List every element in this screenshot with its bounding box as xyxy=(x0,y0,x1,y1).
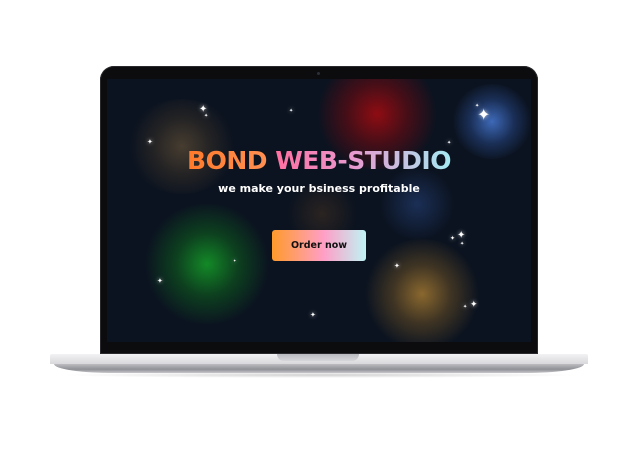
sparkle-star-icon: ✦ xyxy=(457,230,466,241)
sparkle-star-icon: ✦ xyxy=(157,277,163,285)
sparkle-star-icon: ✦ xyxy=(233,258,237,263)
sparkle-star-icon: ✦ xyxy=(310,311,316,319)
bokeh-light xyxy=(142,204,272,324)
sparkle-star-icon: ✦ xyxy=(460,241,465,247)
laptop-mockup: ✦ ✦ ✦ ✦ ✦ ✦ ✦ ✦ ✦ ✦ ✦ ✦ ✦ ✦ ✦ ✦ BOND WEB… xyxy=(0,0,621,471)
sparkle-star-icon: ✦ xyxy=(147,138,153,146)
sparkle-star-icon: ✦ xyxy=(477,105,491,124)
laptop-screen: ✦ ✦ ✦ ✦ ✦ ✦ ✦ ✦ ✦ ✦ ✦ ✦ ✦ ✦ ✦ ✦ BOND WEB… xyxy=(107,79,531,342)
lid-opening-notch xyxy=(277,354,359,361)
bokeh-light xyxy=(377,169,457,239)
sparkle-star-icon: ✦ xyxy=(289,108,294,114)
sparkle-star-icon: ✦ xyxy=(470,300,478,310)
tagline: we make your bsiness profitable xyxy=(218,182,420,195)
sparkle-star-icon: ✦ xyxy=(204,113,209,119)
sparkle-star-icon: ✦ xyxy=(450,235,456,242)
page-title: BOND WEB-STUDIO xyxy=(107,146,531,175)
sparkle-star-icon: ✦ xyxy=(394,262,400,270)
bokeh-light xyxy=(362,239,482,342)
laptop-base-edge xyxy=(54,364,584,373)
sparkle-star-icon: ✦ xyxy=(463,304,468,310)
title-studio: WEB-STUDIO xyxy=(275,146,451,175)
title-brand: BOND xyxy=(187,146,267,175)
camera-icon xyxy=(317,72,320,75)
sparkle-star-icon: ✦ xyxy=(475,103,480,109)
order-now-button[interactable]: Order now xyxy=(272,230,366,261)
